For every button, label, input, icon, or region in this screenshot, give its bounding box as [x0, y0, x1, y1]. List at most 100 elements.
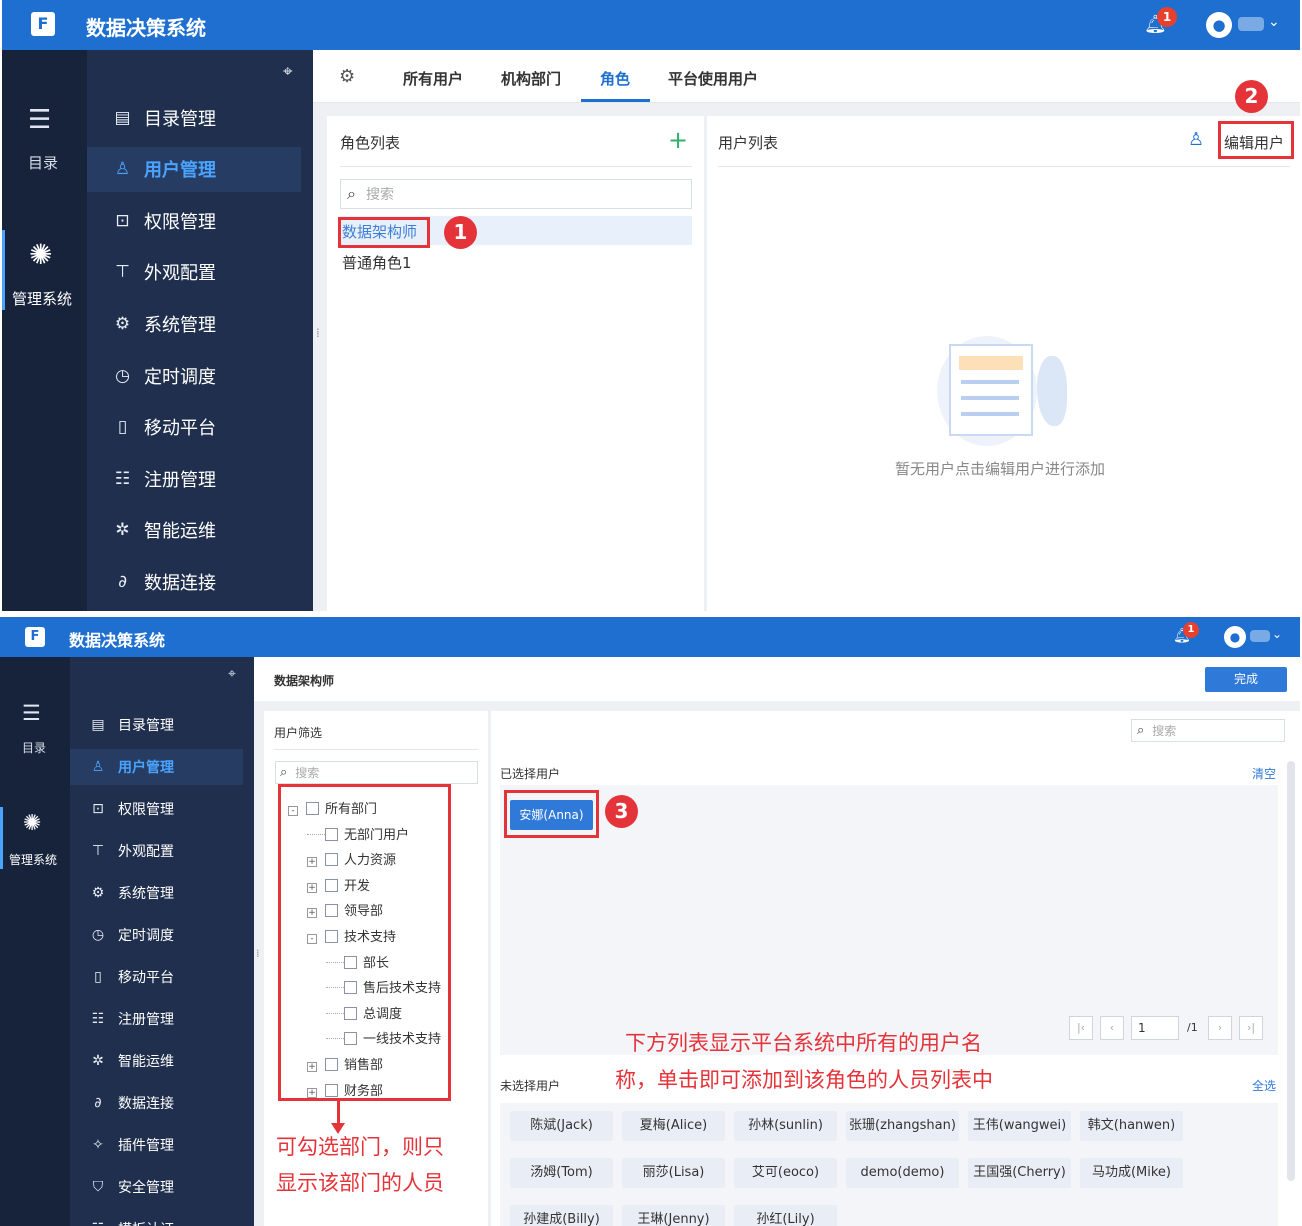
- catalog-icon[interactable]: ☰: [28, 105, 51, 135]
- catalog-label[interactable]: 目录: [22, 739, 46, 756]
- clear-link[interactable]: 清空: [1252, 765, 1276, 782]
- admin-label: 管理系统: [9, 853, 58, 867]
- role-item[interactable]: 普通角色1: [342, 252, 412, 273]
- sidebar-item[interactable]: ☷ 模板认证: [70, 1211, 254, 1226]
- role-search-input[interactable]: ⌕ 搜索: [340, 179, 692, 209]
- sidebar-item[interactable]: ♙ 用户管理: [70, 749, 243, 785]
- unselected-user-chip[interactable]: 王伟(wangwei): [968, 1111, 1071, 1141]
- sidebar-item[interactable]: ☷ 注册管理: [70, 1001, 254, 1037]
- annotation-box-edit-user: [1218, 121, 1294, 159]
- catalog-label[interactable]: 目录: [28, 152, 58, 173]
- sidebar-item-label: 智能运维: [144, 521, 216, 543]
- sidebar-item-label: 移动平台: [118, 970, 174, 986]
- sidebar-item-label: 外观配置: [118, 844, 174, 860]
- sidebar-item[interactable]: ▯ 移动平台: [87, 405, 313, 450]
- panel-resize-handle[interactable]: ⁞: [256, 947, 260, 960]
- unselected-user-chip[interactable]: 夏梅(Alice): [622, 1111, 725, 1141]
- top-screenshot: F 数据决策系统 🔔︎ 1 ● ⌄ ☰ 目录 ✺ 管理系统 ⌖ ▤ 目录管理 ♙ 用户…: [2, 0, 1300, 611]
- template-icon: ☷: [88, 1221, 108, 1226]
- sidebar-item[interactable]: ⊡ 权限管理: [87, 198, 313, 243]
- scrollbar[interactable]: [1287, 761, 1295, 1181]
- sidebar-item-label: 插件管理: [118, 1138, 174, 1154]
- sidebar-item[interactable]: ⊡ 权限管理: [70, 791, 254, 827]
- sidebar-item[interactable]: ✲ 智能运维: [70, 1043, 254, 1079]
- bottom-header: F 数据决策系统 🔔︎ 1 ● ⌄: [0, 617, 1300, 657]
- unselected-user-chip[interactable]: 陈斌(Jack): [510, 1111, 613, 1141]
- link-icon: ∂: [118, 571, 127, 592]
- settings-gear-icon[interactable]: ⚙: [339, 66, 355, 87]
- unselected-user-chip[interactable]: demo(demo): [846, 1158, 959, 1188]
- tab-platform-users[interactable]: 平台使用用户: [668, 68, 758, 89]
- user-name-blurred: [1250, 630, 1270, 642]
- done-button[interactable]: 完成: [1205, 667, 1287, 692]
- tab-bar: ⚙ 所有用户 机构部门 角色 平台使用用户: [313, 50, 1300, 103]
- sidebar-item[interactable]: ⚙ 系统管理: [87, 301, 313, 346]
- unselected-user-chip[interactable]: 韩文(hanwen): [1080, 1111, 1183, 1141]
- prev-page-button[interactable]: ‹: [1100, 1016, 1124, 1040]
- sidebar-item[interactable]: ⊤ 外观配置: [70, 833, 254, 869]
- unselected-user-chip[interactable]: 马功成(Mike): [1080, 1158, 1183, 1188]
- sidebar-item[interactable]: ▤ 目录管理: [87, 95, 313, 140]
- sidebar-item-label: 外观配置: [144, 263, 216, 285]
- sidebar-item[interactable]: ♙ 用户管理: [87, 146, 301, 192]
- chevron-down-icon[interactable]: ⌄: [1268, 14, 1280, 30]
- tab-all-users[interactable]: 所有用户: [403, 68, 463, 89]
- sidebar-item[interactable]: ⛉ 安全管理: [70, 1169, 254, 1205]
- unselected-user-chip[interactable]: 王琳(Jenny): [622, 1205, 725, 1226]
- unselected-user-chip[interactable]: 孙建成(Billy): [510, 1205, 613, 1226]
- unselected-user-chip[interactable]: 孙林(sunlin): [734, 1111, 837, 1141]
- unselected-user-chip[interactable]: 孙红(Lily): [734, 1205, 837, 1226]
- unselected-user-chip[interactable]: 张珊(zhangshan): [846, 1111, 959, 1141]
- lock-icon: ⊡: [92, 801, 104, 817]
- sidebar-item-label: 权限管理: [118, 802, 174, 818]
- annotation-dept-note-2: 显示该部门的人员: [276, 1171, 444, 1195]
- tab-departments[interactable]: 机构部门: [501, 68, 561, 89]
- chevron-down-icon[interactable]: ⌄: [1272, 627, 1282, 641]
- next-page-button[interactable]: ›: [1208, 1016, 1232, 1040]
- admin-label: 管理系统: [12, 290, 73, 308]
- avatar[interactable]: ●: [1224, 626, 1246, 648]
- admin-section[interactable]: ✺ 管理系统: [0, 807, 70, 869]
- sidebar-item[interactable]: ⚙ 系统管理: [70, 875, 254, 911]
- sidebar-item[interactable]: ▯ 移动平台: [70, 959, 254, 995]
- sidebar-item[interactable]: ∂ 数据连接: [87, 559, 313, 604]
- user-search-input[interactable]: ⌕ 搜索: [1131, 719, 1285, 742]
- user-search-placeholder: 搜索: [1152, 724, 1177, 738]
- role-panel-divider: [340, 166, 692, 167]
- catalog-icon: ▤: [114, 107, 131, 128]
- sidebar-item[interactable]: ✲ 智能运维: [87, 508, 313, 553]
- tab-roles[interactable]: 角色: [600, 68, 630, 89]
- catalog-icon[interactable]: ☰: [22, 701, 41, 725]
- icon-bar: ☰ 目录 ✺ 管理系统: [2, 50, 87, 611]
- admin-section[interactable]: ✺ 管理系统: [2, 230, 87, 310]
- page-number-input[interactable]: 1: [1131, 1016, 1179, 1040]
- unselected-user-chip[interactable]: 艾可(eoco): [734, 1158, 837, 1188]
- unselected-user-chip[interactable]: 汤姆(Tom): [510, 1158, 613, 1188]
- user-panel-title: 用户列表: [718, 134, 779, 152]
- sidebar-item[interactable]: ⊤ 外观配置: [87, 250, 313, 295]
- sidebar-item[interactable]: ☷ 注册管理: [87, 456, 313, 501]
- sidebar-item[interactable]: ∂ 数据连接: [70, 1085, 254, 1121]
- first-page-button[interactable]: |‹: [1069, 1016, 1093, 1040]
- user-name-blurred: [1238, 17, 1264, 31]
- page-total: /1: [1187, 1021, 1198, 1034]
- app-title: 数据决策系统: [86, 16, 206, 40]
- pin-icon[interactable]: ⌖: [228, 666, 236, 682]
- sidebar-item-label: 权限管理: [144, 211, 216, 233]
- user-edit-icon[interactable]: ♙: [1188, 129, 1204, 150]
- unselected-user-chip[interactable]: 王国强(Cherry): [968, 1158, 1071, 1188]
- avatar[interactable]: ●: [1206, 12, 1232, 38]
- last-page-button[interactable]: ›|: [1239, 1016, 1263, 1040]
- add-role-icon[interactable]: +: [668, 126, 688, 154]
- sidebar-item[interactable]: ◷ 定时调度: [70, 917, 254, 953]
- pin-icon[interactable]: ⌖: [283, 62, 293, 82]
- unselected-user-chip[interactable]: 丽莎(Lisa): [622, 1158, 725, 1188]
- sidebar-item[interactable]: ✧ 插件管理: [70, 1127, 254, 1163]
- annotation-box-role: [338, 217, 430, 248]
- gear-icon: ✺: [29, 238, 53, 271]
- panel-resize-handle[interactable]: ⁞: [316, 326, 320, 340]
- sidebar-item[interactable]: ◷ 定时调度: [87, 353, 313, 398]
- select-all-link[interactable]: 全选: [1252, 1077, 1276, 1094]
- sidebar-item[interactable]: ▤ 目录管理: [70, 707, 254, 743]
- annotation-step-1: 1: [444, 216, 477, 249]
